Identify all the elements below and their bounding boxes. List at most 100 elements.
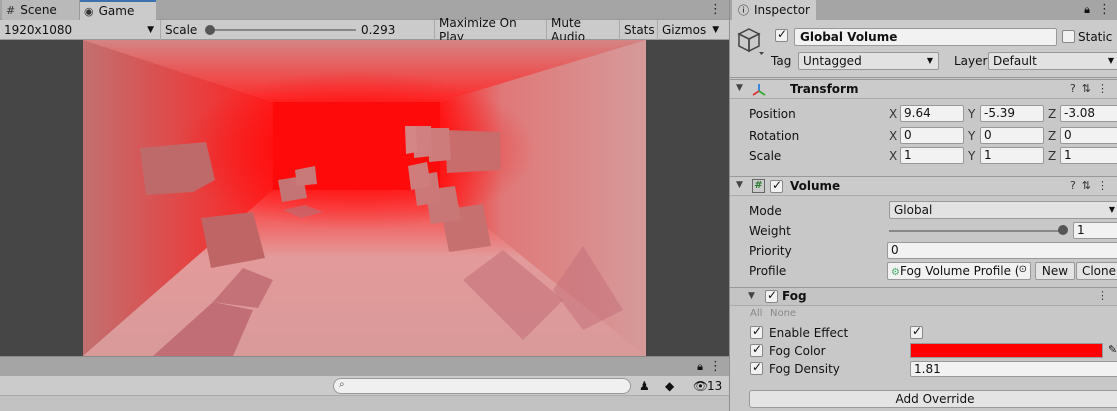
profile-label: Profile [749,264,787,278]
rotation-y-field[interactable]: 0 [980,127,1044,144]
static-label: Static [1078,30,1113,44]
gameobject-active-checkbox[interactable] [775,27,788,42]
component-header-icons[interactable]: ?⇅⋮ [1070,179,1114,192]
help-icon[interactable]: ? [1070,82,1082,95]
kebab-menu-icon[interactable]: ⋮ [1098,2,1111,17]
help-icon[interactable]: ? [1070,179,1082,192]
priority-field[interactable]: 0 [887,242,1117,259]
stats-label: Stats [624,23,655,37]
y-axis-label: Y [968,129,976,143]
transform-component-header[interactable]: ▼ Transform ?⇅⋮ [730,79,1117,99]
layer-label: Layer [954,54,988,68]
kebab-menu-icon[interactable]: ⋮ [1097,82,1114,95]
mode-dropdown[interactable]: Global ▼ [889,201,1117,219]
weight-field[interactable]: 1 [1073,222,1117,239]
fog-override-header[interactable]: ▼ Fog ⋮ [730,287,1117,306]
z-axis-label: Z [1048,149,1057,163]
script-hash-icon: # [752,179,765,193]
scale-slider-track[interactable] [211,29,356,31]
hidden-eye-icon[interactable]: 👁︎ [693,377,708,395]
cube-icon[interactable] [737,27,765,57]
stats-button[interactable]: Stats [620,20,658,40]
gameobject-name-field[interactable]: Global Volume [794,28,1057,46]
mode-value: Global [894,203,933,217]
y-axis-label: Y [968,149,976,163]
console-search-input[interactable]: ⌕ [333,378,631,394]
object-picker-icon[interactable]: ⊙ [1019,264,1027,275]
kebab-menu-icon[interactable]: ⋮ [709,359,722,374]
foldout-arrow-icon[interactable]: ▼ [736,180,743,190]
eyedropper-icon[interactable]: ✎ [1108,343,1117,356]
gizmos-label: Gizmos [662,23,707,37]
enable-effect-label: Enable Effect [769,326,849,340]
profile-value: Fog Volume Profile ( [899,264,1020,278]
rotation-x-field[interactable]: 0 [900,127,964,144]
tag-dropdown[interactable]: Untagged ▼ [798,52,939,70]
mute-audio-button[interactable]: Mute Audio [547,16,620,44]
enable-effect-override-checkbox[interactable] [750,324,763,339]
inspector-panel: ⓘ Inspector 🔒︎ ⋮ Global Volume Static Ta… [729,0,1117,411]
scale-label: Scale [165,23,198,37]
transform-title: Transform [790,82,859,96]
tab-scene-label: Scene [20,3,57,17]
z-axis-label: Z [1048,107,1057,121]
mode-label: Mode [749,204,782,218]
tab-scene[interactable]: # Scene [2,0,80,20]
all-toggle-link[interactable]: All [750,308,762,319]
preset-icon[interactable]: ⇅ [1082,179,1097,192]
scale-slider-handle[interactable] [205,25,215,35]
foldout-arrow-icon[interactable]: ▼ [736,83,743,93]
static-checkbox[interactable] [1062,30,1075,43]
lock-icon[interactable]: 🔒︎ [1084,3,1090,17]
maximize-on-play-button[interactable]: Maximize On Play [435,16,547,44]
scale-x-field[interactable]: 1 [900,147,964,164]
preset-icon[interactable]: ⇅ [1082,82,1097,95]
tag-label: Tag [771,54,792,68]
scale-y-field[interactable]: 1 [980,147,1044,164]
gameobject-header: Global Volume Static Tag Untagged ▼ Laye… [730,20,1117,78]
kebab-menu-icon[interactable]: ⋮ [1097,179,1114,192]
fog-color-field[interactable] [910,343,1103,358]
console-body [0,396,729,411]
add-override-button[interactable]: Add Override [749,390,1117,408]
component-header-icons[interactable]: ?⇅⋮ [1070,82,1114,95]
fog-density-field[interactable]: 1.81 [910,361,1117,377]
lock-icon[interactable]: 🔒︎ [697,360,703,374]
weight-slider-track[interactable] [889,230,1064,232]
position-y-field[interactable]: -5.39 [980,105,1044,122]
tag-filter-icon[interactable]: ◆ [665,377,674,395]
resolution-dropdown[interactable]: 1920x1080 ▼ [0,20,161,40]
message-filter-icon[interactable]: ♟ [639,377,650,395]
kebab-menu-icon[interactable]: ⋮ [709,2,722,17]
rotation-z-field[interactable]: 0 [1060,127,1117,144]
volume-enabled-checkbox[interactable] [770,178,783,193]
volume-component-header[interactable]: ▼ # Volume ?⇅⋮ [730,176,1117,196]
profile-object-field[interactable]: ⚙Fog Volume Profile ( ⊙ [887,262,1031,280]
layer-dropdown[interactable]: Default ▼ [988,52,1117,70]
volume-title: Volume [790,179,841,193]
clone-profile-button[interactable]: Clone [1076,262,1117,280]
game-viewport[interactable] [0,40,729,356]
fog-enabled-checkbox[interactable] [765,288,778,303]
weight-slider-handle[interactable] [1058,225,1068,235]
kebab-menu-icon[interactable]: ⋮ [1097,289,1114,302]
game-render [83,40,646,356]
chevron-down-icon: ▼ [147,25,154,35]
fog-density-override-checkbox[interactable] [750,360,763,375]
fog-color-override-checkbox[interactable] [750,342,763,357]
none-toggle-link[interactable]: None [770,308,796,319]
tag-value: Untagged [803,54,862,68]
scale-value: 0.293 [361,23,396,37]
tab-inspector[interactable]: ⓘ Inspector [732,0,816,20]
foldout-arrow-icon[interactable]: ▼ [748,291,755,301]
scale-label: Scale [749,149,782,163]
fog-title: Fog [782,289,807,303]
scale-control: Scale 0.293 [161,20,435,40]
scale-z-field[interactable]: 1 [1060,147,1117,164]
position-z-field[interactable]: -3.08 [1060,105,1117,122]
enable-effect-checkbox[interactable] [910,324,923,339]
new-profile-button[interactable]: New [1035,262,1075,280]
tab-game[interactable]: ◉ Game [80,0,156,20]
gizmos-button[interactable]: Gizmos ▼ [658,20,729,40]
position-x-field[interactable]: 9.64 [900,105,964,122]
